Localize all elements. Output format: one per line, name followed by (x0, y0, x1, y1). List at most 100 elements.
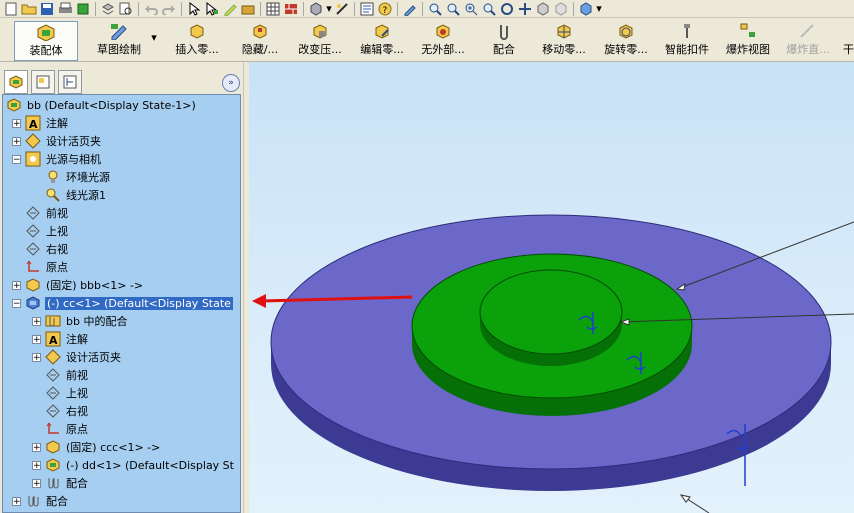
print-icon[interactable] (57, 2, 73, 16)
zoom-selection-icon[interactable] (481, 2, 497, 16)
toolbar-separator (181, 1, 182, 16)
pan-icon[interactable] (517, 2, 533, 16)
dropdown-arrow-icon[interactable]: ▾ (596, 2, 602, 16)
brick-icon[interactable] (283, 2, 299, 16)
expand-icon[interactable]: + (32, 479, 41, 489)
redo-icon[interactable] (161, 2, 177, 16)
top-disc-part[interactable] (479, 269, 623, 366)
sketch-icon (108, 21, 130, 41)
tree-item-design-binder[interactable]: + 设计活页夹 (3, 132, 240, 150)
properties-icon[interactable] (359, 2, 375, 16)
tab-configuration-manager[interactable] (58, 70, 82, 94)
smart-fasteners-icon (676, 21, 698, 41)
tree-item-directional-light[interactable]: 线光源1 (3, 186, 240, 204)
select-cursor-icon[interactable] (186, 1, 202, 16)
tree-item-sub-origin[interactable]: 原点 (3, 420, 240, 438)
expand-icon[interactable]: + (32, 461, 41, 471)
mates-paperclip-icon (25, 493, 41, 509)
no-external-references-button[interactable]: 无外部... (414, 21, 472, 59)
collapse-icon[interactable]: − (12, 155, 21, 165)
sketch-pencil-icon[interactable] (402, 2, 418, 16)
tree-item-fixed-component-ccc[interactable]: + (固定) ccc<1> -> (3, 438, 240, 456)
tree-item-assembly-root[interactable]: bb (Default<Display State-1>) (3, 96, 240, 114)
expand-icon[interactable]: + (12, 281, 21, 291)
print-preview-icon[interactable] (118, 2, 134, 16)
undo-icon[interactable] (143, 2, 159, 16)
annotation-icon: A (25, 115, 41, 131)
display-style-icon[interactable] (553, 1, 569, 16)
mate-button[interactable]: 配合 (486, 21, 522, 59)
edit-component-button[interactable]: 编辑零... (353, 21, 411, 59)
measure-icon[interactable] (334, 2, 350, 16)
assembly-toolbar-icon[interactable] (75, 2, 91, 16)
view-orientation-icon[interactable] (535, 1, 551, 16)
tree-item-label: 设计活页夹 (46, 135, 101, 148)
smart-fasteners-button[interactable]: 智能扣件 (661, 21, 713, 59)
tree-item-sub-annotations[interactable]: + A 注解 (3, 330, 240, 348)
new-document-icon[interactable] (3, 2, 19, 16)
tree-item-ambient-light[interactable]: 环境光源 (3, 168, 240, 186)
tree-item-sub-top-plane[interactable]: 上视 (3, 384, 240, 402)
insert-component-button[interactable]: 插入零... (168, 21, 226, 59)
select-filter-icon[interactable] (204, 1, 220, 16)
rebuild-icon[interactable] (240, 2, 256, 16)
tree-item-subassembly-dd[interactable]: + (-) dd<1> (Default<Display St (3, 456, 240, 474)
rotate-view-icon[interactable] (499, 2, 515, 16)
tree-item-sub-right-plane[interactable]: 右视 (3, 402, 240, 420)
tree-item-subassembly-cc[interactable]: − (-) cc<1> (Default<Display State (3, 294, 240, 312)
tree-item-sub-mates[interactable]: + 配合 (3, 474, 240, 492)
standard-toolbar: ▾ ? ▾ (0, 0, 854, 18)
tree-item-mates[interactable]: + 配合 (3, 492, 240, 510)
tree-item-annotations[interactable]: + A 注解 (3, 114, 240, 132)
part-cube-icon[interactable] (308, 1, 324, 16)
explode-line-sketch-button[interactable]: 爆炸直... (780, 21, 836, 59)
assembly-button[interactable]: 装配体 (14, 21, 78, 61)
tab-property-manager[interactable] (31, 70, 55, 94)
part-icon (45, 439, 61, 455)
subassembly-icon (45, 457, 61, 473)
help-icon[interactable]: ? (377, 2, 393, 16)
tree-item-lights-cameras[interactable]: − 光源与相机 (3, 150, 240, 168)
expand-icon[interactable]: + (12, 137, 21, 147)
save-icon[interactable] (39, 2, 55, 16)
open-folder-icon[interactable] (21, 2, 37, 16)
subassembly-icon (25, 295, 41, 311)
tree-item-sub-design-binder[interactable]: + 设计活页夹 (3, 348, 240, 366)
tree-item-top-plane[interactable]: 上视 (3, 222, 240, 240)
exploded-view-button[interactable]: 爆炸视图 (722, 21, 774, 59)
expand-icon[interactable]: + (12, 119, 21, 129)
options-grid-icon[interactable] (265, 2, 281, 16)
tree-item-label: (固定) bbb<1> -> (46, 279, 144, 292)
expand-icon[interactable]: + (32, 443, 41, 453)
tree-item-mates-in-bb[interactable]: + bb 中的配合 (3, 312, 240, 330)
collapse-panel-icon[interactable]: » (222, 74, 240, 92)
tree-item-origin[interactable]: 原点 (3, 258, 240, 276)
sketch-edit-icon[interactable] (222, 2, 238, 16)
expand-icon[interactable]: + (12, 497, 21, 507)
view-cube-icon[interactable] (578, 1, 594, 16)
sketch-button[interactable]: 草图绘制 (88, 21, 150, 59)
move-component-label: 移动零... (542, 43, 586, 56)
tree-item-right-plane[interactable]: 右视 (3, 240, 240, 258)
zoom-to-fit-icon[interactable] (427, 2, 443, 16)
interference-label: 干 (843, 43, 854, 56)
zoom-in-icon[interactable] (463, 2, 479, 16)
zoom-area-icon[interactable] (445, 2, 461, 16)
tab-feature-manager[interactable] (4, 70, 28, 94)
tree-item-sub-front-plane[interactable]: 前视 (3, 366, 240, 384)
layers-icon[interactable] (100, 2, 116, 16)
change-suppression-button[interactable]: 改变压... (291, 21, 349, 59)
tree-item-label: bb (Default<Display State-1>) (27, 98, 196, 112)
dropdown-arrow-icon[interactable]: ▾ (326, 2, 332, 16)
rotate-component-button[interactable]: 旋转零... (597, 21, 655, 59)
interference-detection-button[interactable]: 干 (843, 21, 854, 59)
hide-show-button[interactable]: 隐藏/... (231, 21, 289, 59)
collapse-icon[interactable]: − (12, 299, 21, 309)
tree-item-fixed-component-bbb[interactable]: + (固定) bbb<1> -> (3, 276, 240, 294)
expand-icon[interactable]: + (32, 317, 41, 327)
move-component-button[interactable]: 移动零... (535, 21, 593, 59)
expand-icon[interactable]: + (32, 335, 41, 345)
tree-item-label: 配合 (46, 495, 68, 508)
tree-item-front-plane[interactable]: 前视 (3, 204, 240, 222)
expand-icon[interactable]: + (32, 353, 41, 363)
